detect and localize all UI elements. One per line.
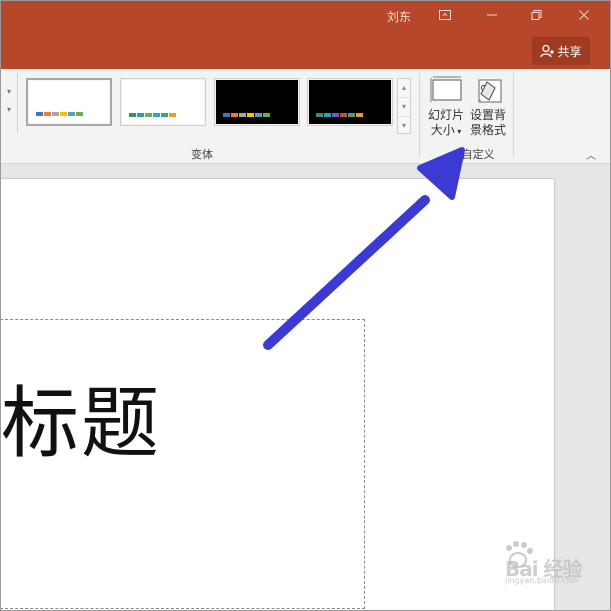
title-bar: 刘东 共享: [1, 1, 610, 69]
collapse-ribbon-icon[interactable]: ︿: [586, 147, 596, 162]
variant-color-swatch: [169, 113, 176, 117]
variant-color-swatch: [324, 113, 331, 117]
variant-preview: [122, 80, 204, 124]
format-background-icon: [471, 74, 505, 106]
minimize-icon[interactable]: [481, 5, 503, 27]
variant-preview: [29, 81, 109, 123]
gallery-up-icon[interactable]: ▴: [398, 79, 410, 97]
close-icon[interactable]: [573, 5, 595, 27]
variant-color-swatch: [348, 113, 355, 117]
gallery-more-icon[interactable]: ▾: [398, 116, 410, 135]
variant-color-swatch: [52, 112, 59, 116]
variant-color-swatch: [145, 113, 152, 117]
group-label-customize: 自定义: [461, 148, 495, 161]
group-separator: [513, 73, 514, 157]
powerpoint-window: 刘东 共享 ▾ ▾ ▴ ▾ ▾ 变体 幻灯片 大小 ▾ 设置背 景格式 自定义 …: [0, 0, 611, 611]
variant-thumbnail[interactable]: [120, 78, 206, 126]
format-background-button[interactable]: 设置背 景格式: [466, 74, 510, 138]
group-label-variants: 变体: [191, 148, 213, 161]
variant-color-swatch: [153, 113, 160, 117]
watermark-url: jingyan.baidu.com: [505, 576, 579, 585]
variant-preview: [216, 80, 298, 124]
variant-color-swatch: [129, 113, 136, 117]
variant-thumbnail[interactable]: [214, 78, 300, 126]
variant-color-swatch: [76, 112, 83, 116]
restore-icon[interactable]: [526, 5, 548, 27]
variant-color-bars: [316, 113, 363, 117]
variant-color-bars: [129, 113, 176, 117]
format-background-label-2: 景格式: [469, 123, 506, 137]
baidu-paw-icon: [506, 541, 533, 568]
ribbon: ▾ ▾ ▴ ▾ ▾ 变体 幻灯片 大小 ▾ 设置背 景格式 自定义 ︿: [1, 69, 610, 164]
gallery-scrollbar[interactable]: ▴ ▾ ▾: [397, 78, 411, 134]
variant-thumbnail[interactable]: [307, 78, 393, 126]
slide-title-text[interactable]: 标题: [1, 361, 161, 473]
variant-preview: [309, 80, 391, 124]
variant-color-swatch: [161, 113, 168, 117]
slide-size-button[interactable]: 幻灯片 大小 ▾: [424, 74, 468, 139]
share-label: 共享: [557, 44, 582, 59]
variant-color-swatch: [356, 113, 363, 117]
user-name[interactable]: 刘东: [387, 8, 411, 25]
slide-size-label-1: 幻灯片: [427, 108, 464, 122]
slide-canvas[interactable]: 标题: [1, 179, 554, 610]
variant-color-swatch: [231, 113, 238, 117]
format-background-label-1: 设置背: [469, 108, 506, 122]
variant-color-swatch: [137, 113, 144, 117]
variant-color-swatch: [68, 112, 75, 116]
variant-color-bars: [223, 113, 270, 117]
dropdown-caret-icon: ▾: [454, 127, 462, 136]
variant-thumbnail[interactable]: [26, 78, 112, 126]
variant-color-swatch: [223, 113, 230, 117]
variant-color-swatch: [239, 113, 246, 117]
share-button[interactable]: 共享: [532, 37, 590, 65]
gallery-down-icon[interactable]: ▾: [398, 97, 410, 116]
variant-color-swatch: [60, 112, 67, 116]
variant-color-swatch: [263, 113, 270, 117]
variant-color-swatch: [255, 113, 262, 117]
slide-size-label-2: 大小 ▾: [430, 123, 462, 137]
variant-color-bars: [36, 112, 83, 116]
variant-color-swatch: [332, 113, 339, 117]
variant-color-swatch: [247, 113, 254, 117]
ribbon-left-scroll[interactable]: ▾ ▾: [1, 73, 18, 133]
variant-color-swatch: [316, 113, 323, 117]
slide-size-icon: [429, 74, 463, 106]
person-icon: [540, 44, 555, 58]
ribbon-display-icon[interactable]: [434, 5, 456, 27]
variant-color-swatch: [44, 112, 51, 116]
variant-color-swatch: [340, 113, 347, 117]
variant-color-swatch: [36, 112, 43, 116]
group-separator: [419, 73, 420, 157]
